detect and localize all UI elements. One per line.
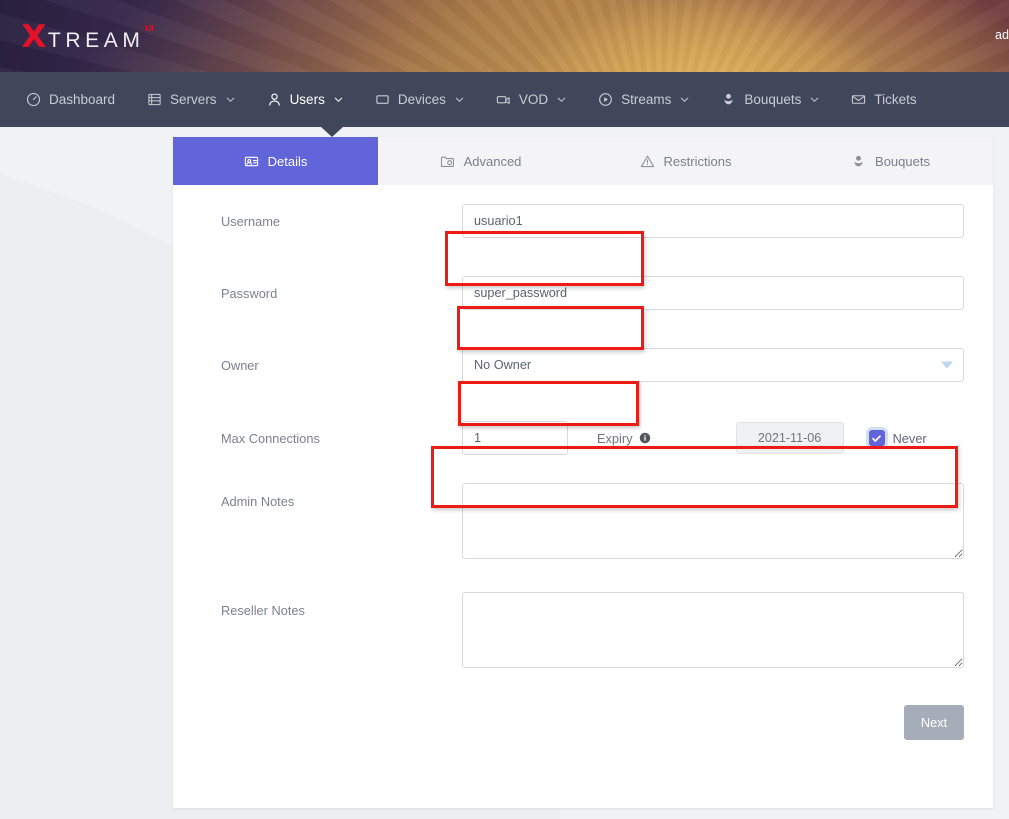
admin-notes-textarea[interactable] bbox=[462, 483, 964, 559]
top-banner: X TREAM UI ad bbox=[0, 0, 1009, 72]
field-row-max-connections: Max Connections Expiry 2021-11-06 bbox=[173, 401, 993, 475]
tab-label: Bouquets bbox=[875, 154, 930, 169]
field-row-username: Username bbox=[173, 185, 993, 257]
chevron-down-icon bbox=[226, 95, 235, 104]
nav-item-bouquets[interactable]: Bouquets bbox=[721, 72, 819, 127]
field-row-owner: Owner bbox=[173, 329, 993, 401]
brand-logo[interactable]: X TREAM UI bbox=[22, 22, 153, 53]
chevron-down-icon bbox=[680, 95, 689, 104]
owner-label: Owner bbox=[202, 358, 462, 373]
chevron-down-icon bbox=[810, 95, 819, 104]
tab-label: Restrictions bbox=[664, 154, 732, 169]
id-card-icon bbox=[244, 154, 259, 169]
video-icon bbox=[496, 92, 511, 107]
user-icon bbox=[267, 92, 282, 107]
tab-advanced[interactable]: Advanced bbox=[378, 137, 583, 185]
chevron-down-icon bbox=[455, 95, 464, 104]
nav-label: VOD bbox=[519, 92, 548, 107]
nav-item-users[interactable]: Users bbox=[267, 72, 343, 127]
next-button[interactable]: Next bbox=[904, 705, 964, 740]
max-connections-label: Max Connections bbox=[202, 431, 462, 446]
tab-bouquets[interactable]: Bouquets bbox=[788, 137, 993, 185]
admin-notes-label: Admin Notes bbox=[202, 483, 462, 509]
tab-label: Details bbox=[268, 154, 308, 169]
form-footer: Next bbox=[173, 705, 993, 740]
logo-x-mark: X bbox=[21, 22, 45, 53]
nav-label: Dashboard bbox=[49, 92, 115, 107]
username-input[interactable] bbox=[462, 204, 964, 238]
reseller-notes-label: Reseller Notes bbox=[202, 592, 462, 618]
chevron-down-icon bbox=[557, 95, 566, 104]
nav-item-vod[interactable]: VOD bbox=[496, 72, 566, 127]
settings-folder-icon bbox=[440, 154, 455, 169]
nav-label: Streams bbox=[621, 92, 671, 107]
nav-item-servers[interactable]: Servers bbox=[147, 72, 235, 127]
tab-restrictions[interactable]: Restrictions bbox=[583, 137, 788, 185]
field-row-admin-notes: Admin Notes bbox=[173, 475, 993, 584]
nav-label: Servers bbox=[170, 92, 217, 107]
never-label: Never bbox=[893, 431, 927, 446]
expiry-label-group: Expiry bbox=[597, 431, 651, 446]
owner-select[interactable] bbox=[462, 348, 964, 382]
tab-label: Advanced bbox=[464, 154, 522, 169]
nav-label: Users bbox=[290, 92, 325, 107]
never-checkbox-group[interactable]: Never bbox=[869, 430, 927, 446]
envelope-icon bbox=[851, 92, 866, 107]
gauge-icon bbox=[26, 92, 41, 107]
active-nav-pointer bbox=[321, 127, 343, 137]
account-name[interactable]: ad bbox=[995, 28, 1009, 42]
nav-item-tickets[interactable]: Tickets bbox=[851, 72, 916, 127]
user-form-card: Details Advanced Restrictions bbox=[173, 137, 993, 808]
server-icon bbox=[147, 92, 162, 107]
field-row-password: Password bbox=[173, 257, 993, 329]
details-form: Username Password Owner Max Connec bbox=[173, 185, 993, 740]
never-checkbox[interactable] bbox=[869, 430, 885, 446]
bouquet-icon bbox=[721, 92, 736, 107]
nav-label: Devices bbox=[398, 92, 446, 107]
nav-item-dashboard[interactable]: Dashboard bbox=[26, 72, 115, 127]
password-input[interactable] bbox=[462, 276, 964, 310]
main-navbar: Dashboard Servers Users Devices bbox=[0, 72, 1009, 127]
nav-label: Bouquets bbox=[744, 92, 801, 107]
info-icon[interactable] bbox=[639, 432, 651, 444]
bouquet-icon bbox=[851, 154, 866, 169]
chevron-down-icon bbox=[334, 95, 343, 104]
logo-superscript: UI bbox=[145, 24, 153, 33]
username-label: Username bbox=[202, 214, 462, 229]
nav-item-devices[interactable]: Devices bbox=[375, 72, 464, 127]
play-circle-icon bbox=[598, 92, 613, 107]
nav-label: Tickets bbox=[874, 92, 916, 107]
nav-item-streams[interactable]: Streams bbox=[598, 72, 689, 127]
warning-triangle-icon bbox=[640, 154, 655, 169]
logo-wordmark: TREAM bbox=[48, 30, 145, 51]
max-connections-input[interactable] bbox=[462, 421, 568, 455]
password-label: Password bbox=[202, 286, 462, 301]
field-row-reseller-notes: Reseller Notes bbox=[173, 584, 993, 693]
reseller-notes-textarea[interactable] bbox=[462, 592, 964, 668]
expiry-date-field[interactable]: 2021-11-06 bbox=[736, 422, 844, 454]
tab-details[interactable]: Details bbox=[173, 137, 378, 185]
device-icon bbox=[375, 92, 390, 107]
expiry-label: Expiry bbox=[597, 431, 633, 446]
form-tabs: Details Advanced Restrictions bbox=[173, 137, 993, 185]
